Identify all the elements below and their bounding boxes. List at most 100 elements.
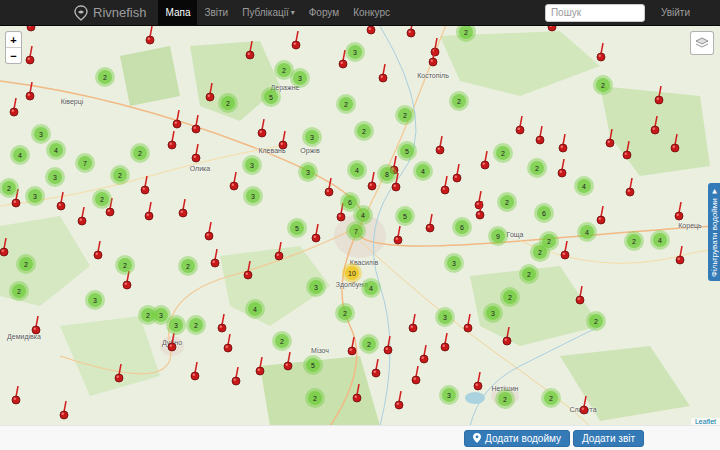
marker-cluster[interactable]: 10 [342,263,362,283]
marker-cluster[interactable]: 5 [287,218,307,238]
nav-item[interactable]: Публікації▾ [235,0,302,25]
marker-cluster[interactable]: 4 [10,145,30,165]
fishing-spot-pin-icon[interactable] [171,110,183,130]
fishing-spot-pin-icon[interactable] [254,357,266,377]
zoom-button[interactable]: + [6,32,21,47]
marker-cluster[interactable]: 3 [439,385,459,405]
fishing-spot-pin-icon[interactable] [439,176,451,196]
fishing-spot-pin-icon[interactable] [203,222,215,242]
fishing-spot-pin-icon[interactable] [574,286,586,306]
fishing-spot-pin-icon[interactable] [621,141,633,161]
fishing-spot-pin-icon[interactable] [451,164,463,184]
marker-cluster[interactable]: 5 [303,355,323,375]
fishing-spot-pin-icon[interactable] [290,31,302,51]
fishing-spot-pin-icon[interactable] [139,176,151,196]
marker-cluster[interactable]: 5 [261,87,281,107]
fishing-spot-pin-icon[interactable] [546,26,558,33]
marker-cluster[interactable]: 3 [483,303,503,323]
marker-cluster[interactable]: 2 [354,121,374,141]
fishing-spot-pin-icon[interactable] [242,261,254,281]
fishing-spot-pin-icon[interactable] [282,352,294,372]
fishing-spot-pin-icon[interactable] [649,116,661,136]
marker-cluster[interactable]: 5 [397,141,417,161]
marker-cluster[interactable]: 4 [650,230,670,250]
marker-cluster[interactable]: 2 [110,165,130,185]
fishing-spot-pin-icon[interactable] [351,384,363,404]
fishing-spot-pin-icon[interactable] [273,242,285,262]
marker-cluster[interactable]: 6 [534,203,554,223]
fishing-spot-pin-icon[interactable] [166,131,178,151]
fishing-spot-pin-icon[interactable] [472,372,484,392]
marker-cluster[interactable]: 2 [336,94,356,114]
marker-cluster[interactable]: 2 [530,242,550,262]
fishing-spot-pin-icon[interactable] [473,191,485,211]
fishing-spot-pin-icon[interactable] [514,116,526,136]
fishing-spot-pin-icon[interactable] [177,199,189,219]
marker-cluster[interactable]: 8 [377,164,397,184]
fishing-spot-pin-icon[interactable] [256,119,268,139]
layers-button[interactable] [690,31,714,55]
marker-cluster[interactable]: 3 [345,42,365,62]
fishing-spot-pin-icon[interactable] [392,226,404,246]
fishing-spot-pin-icon[interactable] [244,41,256,61]
fishing-spot-pin-icon[interactable] [58,401,70,421]
marker-cluster[interactable]: 4 [413,161,433,181]
marker-cluster[interactable]: 2 [449,91,469,111]
marker-cluster[interactable]: 2 [95,67,115,87]
fishing-spot-pin-icon[interactable] [578,396,590,416]
fishing-spot-pin-icon[interactable] [474,201,486,221]
fishing-spot-pin-icon[interactable] [113,364,125,384]
marker-cluster[interactable]: 2 [178,256,198,276]
marker-cluster[interactable]: 5 [395,206,415,226]
map[interactable]: КіверціДеражнеКостопільОликаКлеваньОржів… [0,26,720,425]
fishing-spot-pin-icon[interactable] [439,333,451,353]
marker-cluster[interactable]: 3 [166,315,186,335]
marker-cluster[interactable]: 2 [495,389,515,409]
nav-item[interactable]: Звіти [197,0,235,25]
fishing-spot-pin-icon[interactable] [424,214,436,234]
filter-tab[interactable]: Фільтрувати водойми ▼ [708,183,720,281]
fishing-spot-pin-icon[interactable] [346,337,358,357]
fishing-spot-pin-icon[interactable] [382,336,394,356]
nav-item[interactable]: Мапа [158,0,197,25]
fishing-spot-pin-icon[interactable] [370,359,382,379]
marker-cluster[interactable]: 3 [242,155,262,175]
marker-cluster[interactable]: 2 [16,254,36,274]
fishing-spot-pin-icon[interactable] [190,144,202,164]
fishing-spot-pin-icon[interactable] [653,86,665,106]
marker-cluster[interactable]: 2 [218,93,238,113]
marker-cluster[interactable]: 2 [593,75,613,95]
marker-cluster[interactable]: 3 [444,253,464,273]
marker-cluster[interactable]: 2 [541,388,561,408]
marker-cluster[interactable]: 3 [306,277,326,297]
marker-cluster[interactable]: 3 [435,307,455,327]
fishing-spot-pin-icon[interactable] [228,172,240,192]
fishing-spot-pin-icon[interactable] [407,314,419,334]
fishing-spot-pin-icon[interactable] [393,391,405,411]
attribution[interactable]: Leaflet [691,418,720,425]
marker-cluster[interactable]: 3 [31,124,51,144]
fishing-spot-pin-icon[interactable] [204,83,216,103]
fishing-spot-pin-icon[interactable] [674,246,686,266]
fishing-spot-pin-icon[interactable] [559,241,571,261]
fishing-spot-pin-icon[interactable] [144,26,156,46]
fishing-spot-pin-icon[interactable] [30,316,42,336]
fishing-spot-pin-icon[interactable] [209,249,221,269]
marker-cluster[interactable]: 7 [75,153,95,173]
marker-cluster[interactable]: 2 [335,303,355,323]
login-link[interactable]: Увійти [659,0,700,25]
fishing-spot-pin-icon[interactable] [434,136,446,156]
search-input[interactable] [545,4,645,22]
fishing-spot-pin-icon[interactable] [556,159,568,179]
nav-item[interactable]: Конкурс [346,0,397,25]
fishing-spot-pin-icon[interactable] [216,314,228,334]
fishing-spot-pin-icon[interactable] [410,366,422,386]
fishing-spot-pin-icon[interactable] [595,43,607,63]
marker-cluster[interactable]: 2 [586,311,606,331]
zoom-button[interactable]: − [6,47,21,63]
fishing-spot-pin-icon[interactable] [405,26,417,39]
action-button[interactable]: Додати водойму [464,430,570,447]
marker-cluster[interactable]: 2 [497,192,517,212]
fishing-spot-pin-icon[interactable] [595,206,607,226]
marker-cluster[interactable]: 3 [298,162,318,182]
